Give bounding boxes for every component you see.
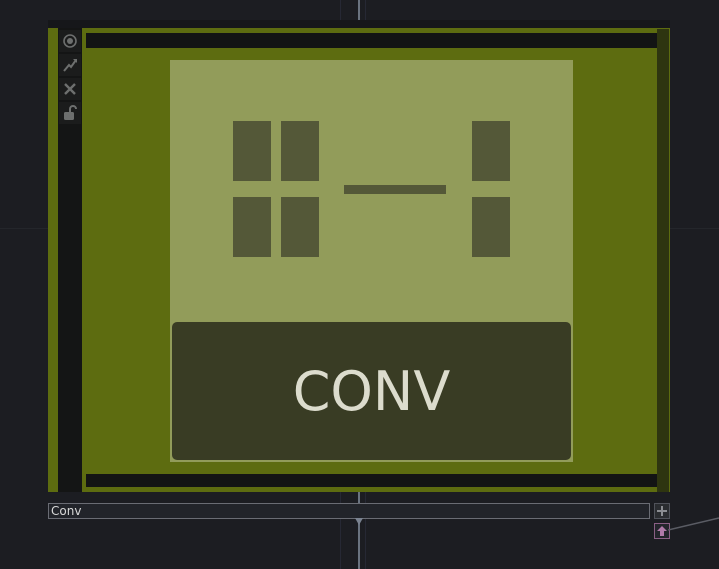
output-pin-icon [657, 526, 667, 536]
viewer-toggle-icon [63, 34, 77, 48]
operator-label-box: CONV [172, 322, 571, 460]
matrix-block [472, 197, 510, 257]
dash-bar [344, 185, 446, 194]
bypass-button[interactable] [59, 54, 81, 76]
viewer-top-bar [86, 33, 657, 48]
matrix-block [233, 197, 271, 257]
node-right-edge [657, 29, 669, 492]
lock-icon [64, 105, 77, 120]
matrix-block [281, 121, 319, 181]
matrix-block [281, 197, 319, 257]
viewer-toggle-button[interactable] [59, 30, 81, 52]
input-arrow-icon [355, 518, 363, 525]
matrix-block [233, 121, 271, 181]
lock-button[interactable] [59, 102, 81, 124]
delete-button[interactable] [59, 78, 81, 100]
bypass-icon [63, 59, 77, 72]
viewer-bottom-bar [86, 474, 657, 487]
delete-icon [64, 83, 76, 95]
operator-label: CONV [292, 359, 451, 423]
matrix-block [472, 121, 510, 181]
plus-icon [657, 506, 667, 516]
output-wire[interactable] [668, 516, 719, 534]
node-name-field[interactable]: Conv [48, 503, 650, 519]
